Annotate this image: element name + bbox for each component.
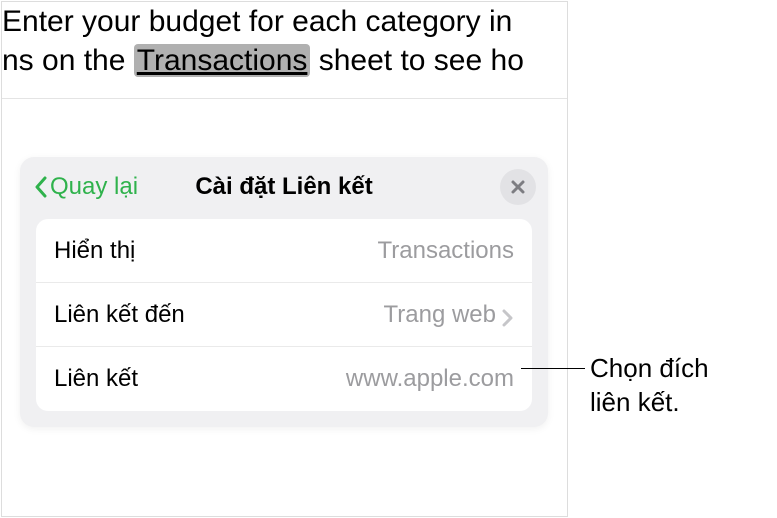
row-link[interactable]: Liên kết www.apple.com	[36, 347, 532, 411]
row-value-link: www.apple.com	[346, 365, 514, 393]
settings-card: Hiển thị Transactions Liên kết đến Trang…	[36, 219, 532, 411]
chevron-left-icon	[34, 176, 48, 198]
row-label-linkto: Liên kết đến	[54, 301, 185, 329]
callout-annotation: Chọn đích liên kết.	[590, 352, 709, 420]
selected-link-text[interactable]: Transactions	[134, 44, 311, 77]
back-label: Quay lại	[50, 173, 138, 201]
document-area: Enter your budget for each category in n…	[1, 1, 568, 517]
doc-line-2: ns on the Transactions sheet to see ho	[2, 41, 565, 80]
document-text-block: Enter your budget for each category in n…	[2, 2, 567, 98]
chevron-right-icon	[502, 306, 514, 324]
display-value-text: Transactions	[378, 237, 515, 265]
text-fragment: ns on the	[2, 44, 134, 77]
row-value-linkto: Trang web	[384, 301, 515, 329]
link-value-text: www.apple.com	[346, 365, 514, 393]
linkto-value-text: Trang web	[384, 301, 497, 329]
popover-header: Quay lại Cài đặt Liên kết	[20, 157, 548, 217]
divider	[2, 98, 567, 99]
close-icon	[510, 179, 526, 195]
popover-title: Cài đặt Liên kết	[195, 173, 372, 201]
row-label-link: Liên kết	[54, 365, 138, 393]
row-display[interactable]: Hiển thị Transactions	[36, 219, 532, 283]
callout-line-2: liên kết.	[590, 386, 709, 420]
text-fragment: Enter your budget for each category in	[2, 5, 512, 38]
callout-line-1: Chọn đích	[590, 352, 709, 386]
row-value-display: Transactions	[378, 237, 515, 265]
callout-leader-line	[521, 368, 585, 369]
row-label-display: Hiển thị	[54, 237, 135, 265]
close-button[interactable]	[500, 169, 536, 205]
text-fragment: sheet to see ho	[310, 44, 524, 77]
link-settings-popover: Quay lại Cài đặt Liên kết Hiển thị Trans…	[20, 157, 548, 427]
back-button[interactable]: Quay lại	[34, 173, 138, 201]
row-linkto[interactable]: Liên kết đến Trang web	[36, 283, 532, 347]
doc-line-1: Enter your budget for each category in	[2, 2, 565, 41]
